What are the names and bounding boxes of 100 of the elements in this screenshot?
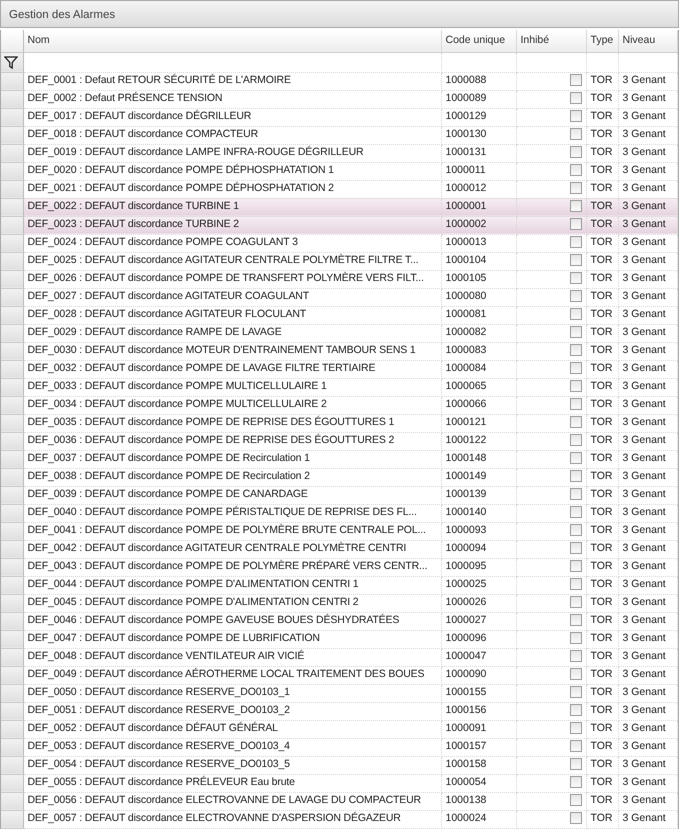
checkbox[interactable] bbox=[570, 182, 582, 194]
column-header[interactable]: Type bbox=[586, 30, 618, 52]
level-cell: 3 Genant bbox=[618, 576, 678, 594]
type-cell: TOR bbox=[586, 360, 618, 378]
level-cell: 3 Genant bbox=[618, 450, 678, 468]
checkbox[interactable] bbox=[570, 722, 582, 734]
code-cell: 1000149 bbox=[441, 468, 516, 486]
type-cell: TOR bbox=[586, 756, 618, 774]
checkbox[interactable] bbox=[570, 812, 582, 824]
code-cell: 1000026 bbox=[441, 594, 516, 612]
checkbox[interactable] bbox=[570, 794, 582, 806]
alarm-name-cell: DEF_0055 : DEFAUT discordance PRÉLEVEUR Eau brute bbox=[23, 774, 441, 792]
alarm-name-cell: DEF_0048 : DEFAUT discordance VENTILATEUR AIR VICIÉ bbox=[23, 648, 441, 666]
column-header[interactable]: Nom bbox=[23, 30, 441, 52]
checkbox[interactable] bbox=[570, 632, 582, 644]
checkbox[interactable] bbox=[570, 218, 582, 230]
type-cell: TOR bbox=[586, 810, 618, 828]
type-cell: TOR bbox=[586, 270, 618, 288]
alarm-name-cell: DEF_0053 : DEFAUT discordance RESERVE_DO0103_4 bbox=[23, 738, 441, 756]
type-cell: TOR bbox=[586, 306, 618, 324]
code-cell: 1000066 bbox=[441, 396, 516, 414]
type-cell: TOR bbox=[586, 252, 618, 270]
checkbox[interactable] bbox=[570, 146, 582, 158]
alarm-name-cell: DEF_0030 : DEFAUT discordance MOTEUR D'ENTRAINEMENT TAMBOUR SENS 1 bbox=[23, 342, 441, 360]
alarm-name-cell: DEF_0054 : DEFAUT discordance RESERVE_DO0103_5 bbox=[23, 756, 441, 774]
checkbox[interactable] bbox=[570, 326, 582, 338]
alarm-name-cell: DEF_0043 : DEFAUT discordance POMPE DE POLYMÈRE PRÉPARÉ VERS CENTR... bbox=[23, 558, 441, 576]
checkbox[interactable] bbox=[570, 686, 582, 698]
alarm-name-cell: DEF_0018 : DEFAUT discordance COMPACTEUR bbox=[23, 126, 441, 144]
checkbox[interactable] bbox=[570, 110, 582, 122]
checkbox[interactable] bbox=[570, 380, 582, 392]
checkbox[interactable] bbox=[570, 560, 582, 572]
checkbox[interactable] bbox=[570, 308, 582, 320]
code-cell: 1000130 bbox=[441, 126, 516, 144]
checkbox[interactable] bbox=[570, 236, 582, 248]
code-cell: 1000158 bbox=[441, 756, 516, 774]
checkbox[interactable] bbox=[570, 290, 582, 302]
type-cell: TOR bbox=[586, 684, 618, 702]
checkbox[interactable] bbox=[570, 434, 582, 446]
code-cell: 1000001 bbox=[441, 198, 516, 216]
checkbox[interactable] bbox=[570, 470, 582, 482]
checkbox[interactable] bbox=[570, 740, 582, 752]
checkbox[interactable] bbox=[570, 398, 582, 410]
type-cell: TOR bbox=[586, 414, 618, 432]
alarm-name-cell: DEF_0017 : DEFAUT discordance DÉGRILLEUR bbox=[23, 108, 441, 126]
level-cell: 3 Genant bbox=[618, 486, 678, 504]
checkbox[interactable] bbox=[570, 164, 582, 176]
column-header[interactable]: Inhibé bbox=[516, 30, 586, 52]
checkbox[interactable] bbox=[570, 128, 582, 140]
checkbox[interactable] bbox=[570, 542, 582, 554]
level-cell: 3 Genant bbox=[618, 216, 678, 234]
level-cell: 3 Genant bbox=[618, 666, 678, 684]
alarm-name-cell: DEF_0019 : DEFAUT discordance LAMPE INFRA-ROUGE DÉGRILLEUR bbox=[23, 144, 441, 162]
checkbox[interactable] bbox=[570, 668, 582, 680]
checkbox[interactable] bbox=[570, 506, 582, 518]
checkbox[interactable] bbox=[570, 362, 582, 374]
alarm-name-cell: DEF_0042 : DEFAUT discordance AGITATEUR CENTRALE POLYMÈTRE CENTRI bbox=[23, 540, 441, 558]
type-cell: TOR bbox=[586, 540, 618, 558]
checkbox[interactable] bbox=[570, 92, 582, 104]
type-cell: TOR bbox=[586, 774, 618, 792]
checkbox[interactable] bbox=[570, 578, 582, 590]
alarm-name-cell: DEF_0029 : DEFAUT discordance RAMPE DE LAVAGE bbox=[23, 324, 441, 342]
checkbox[interactable] bbox=[570, 452, 582, 464]
code-cell: 1000065 bbox=[441, 378, 516, 396]
alarm-name-cell: DEF_0027 : DEFAUT discordance AGITATEUR COAGULANT bbox=[23, 288, 441, 306]
checkbox[interactable] bbox=[570, 524, 582, 536]
alarm-name-cell: DEF_0056 : DEFAUT discordance ELECTROVANNE DE LAVAGE DU COMPACTEUR bbox=[23, 792, 441, 810]
checkbox[interactable] bbox=[570, 74, 582, 86]
level-cell: 3 Genant bbox=[618, 270, 678, 288]
checkbox[interactable] bbox=[570, 488, 582, 500]
checkbox[interactable] bbox=[570, 596, 582, 608]
checkbox[interactable] bbox=[570, 200, 582, 212]
checkbox[interactable] bbox=[570, 254, 582, 266]
code-cell: 1000104 bbox=[441, 252, 516, 270]
column-header[interactable]: Code unique bbox=[441, 30, 516, 52]
code-cell: 1000025 bbox=[441, 576, 516, 594]
checkbox[interactable] bbox=[570, 776, 582, 788]
code-cell: 1000027 bbox=[441, 612, 516, 630]
checkbox[interactable] bbox=[570, 704, 582, 716]
type-cell: TOR bbox=[586, 432, 618, 450]
type-cell: TOR bbox=[586, 396, 618, 414]
alarm-name-cell: DEF_0050 : DEFAUT discordance RESERVE_DO0103_1 bbox=[23, 684, 441, 702]
code-cell: 1000155 bbox=[441, 684, 516, 702]
column-header[interactable]: Niveau bbox=[618, 30, 678, 52]
alarm-name-cell: DEF_0001 : Defaut RETOUR SÉCURITÉ DE L'ARMOIRE bbox=[23, 72, 441, 90]
checkbox[interactable] bbox=[570, 758, 582, 770]
filter-icon[interactable] bbox=[4, 56, 18, 68]
checkbox[interactable] bbox=[570, 416, 582, 428]
code-cell: 1000105 bbox=[441, 270, 516, 288]
checkbox[interactable] bbox=[570, 272, 582, 284]
checkbox[interactable] bbox=[570, 650, 582, 662]
level-cell: 3 Genant bbox=[618, 558, 678, 576]
level-cell: 3 Genant bbox=[618, 342, 678, 360]
alarm-name-cell: DEF_0024 : DEFAUT discordance POMPE COAGULANT 3 bbox=[23, 234, 441, 252]
checkbox[interactable] bbox=[570, 344, 582, 356]
alarm-name-cell: DEF_0022 : DEFAUT discordance TURBINE 1 bbox=[23, 198, 441, 216]
level-cell: 3 Genant bbox=[618, 540, 678, 558]
code-cell: 1000139 bbox=[441, 486, 516, 504]
checkbox[interactable] bbox=[570, 614, 582, 626]
type-cell: TOR bbox=[586, 162, 618, 180]
